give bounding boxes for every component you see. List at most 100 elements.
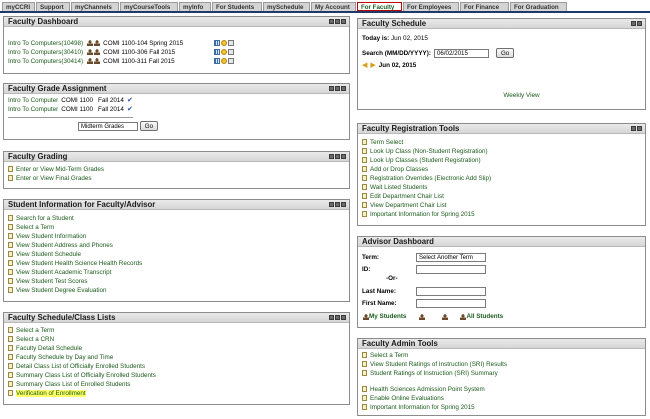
link-item[interactable]: Select a CRN [8,335,345,344]
grade-type-select[interactable]: Midterm Grades [78,121,138,131]
prev-day-icon[interactable]: ◀ [362,61,367,69]
mail-icon[interactable] [228,40,235,47]
link-item[interactable]: Detail Class List of Officially Enrolled… [8,362,345,371]
link-item[interactable]: Faculty Schedule by Day and Time [8,353,345,362]
link-item[interactable]: Add or Drop Classes [362,165,641,174]
link-item[interactable]: Enter or View Final Grades [8,174,345,183]
first-name-input[interactable] [416,298,486,308]
tab-for-employees[interactable]: For Employees [403,2,459,11]
id-input[interactable] [416,265,486,274]
edit-icon[interactable] [329,86,334,91]
tab-myinfo[interactable]: myInfo [179,2,211,11]
tab-for-students[interactable]: For Students [212,2,262,11]
link-item[interactable]: Important Information for Spring 2015 [362,210,641,219]
minimize-icon[interactable] [335,202,340,207]
next-day-icon[interactable]: ▶ [370,61,375,69]
clock-icon[interactable] [221,40,228,47]
link-label: Look Up Classes (Student Registration) [370,157,481,164]
mail-icon[interactable] [228,49,235,56]
link-item[interactable]: View Student Health Science Health Recor… [8,259,345,268]
link-item[interactable]: Important Information for Spring 2015 [362,403,641,412]
link-item[interactable]: Health Sciences Admission Point System [362,385,641,394]
link-item[interactable]: Faculty Detail Schedule [8,344,345,353]
grade-go-button[interactable]: Go [139,121,159,131]
grid-icon[interactable] [214,58,221,65]
student-icon[interactable] [87,58,94,65]
tab-for-graduation[interactable]: For Graduation [510,2,567,11]
term-select[interactable]: Select Another Term [416,253,486,262]
tab-support[interactable]: Support [36,2,70,11]
close-icon[interactable] [341,154,346,159]
link-item[interactable]: View Student Information [8,232,345,241]
tab-for-finance[interactable]: For Finance [460,2,509,11]
link-item[interactable]: Look Up Class (Non-Student Registration) [362,147,641,156]
close-icon[interactable] [341,315,346,320]
minimize-icon[interactable] [335,315,340,320]
course-title-link[interactable]: Intro To Computers(10498) [8,40,83,47]
close-icon[interactable] [637,126,642,131]
close-icon[interactable] [341,202,346,207]
edit-icon[interactable] [329,154,334,159]
edit-icon[interactable] [631,126,636,131]
link-item[interactable]: View Student Schedule [8,250,345,259]
search-date-input[interactable]: 06/02/2015 [433,48,489,58]
last-name-input[interactable] [416,286,486,296]
weekly-view-link[interactable]: Weekly View [503,92,539,99]
grade-course-link[interactable]: Intro To Computer [8,97,58,104]
edit-icon[interactable] [329,315,334,320]
my-students-link[interactable]: My Students [369,313,406,320]
schedule-go-button[interactable]: Go [495,48,515,58]
student-icon[interactable] [87,49,94,56]
all-students-link[interactable]: All Students [466,313,503,320]
link-item[interactable]: View Department Chair List [362,201,641,210]
link-item[interactable]: Enable Online Evaluations [362,394,641,403]
grade-course-link[interactable]: Intro To Computer [8,106,58,113]
link-item[interactable]: Wait Listed Students [362,183,641,192]
link-item[interactable]: Verification of Enrollment [8,389,345,398]
link-item[interactable]: View Student Test Scores [8,277,345,286]
link-item[interactable]: Select a Term [362,351,641,360]
link-item[interactable]: View Student Academic Transcript [8,268,345,277]
minimize-icon[interactable] [335,154,340,159]
link-item[interactable]: Select a Term [8,326,345,335]
edit-icon[interactable] [329,202,334,207]
tab-my-account[interactable]: My Account [311,2,356,11]
link-item[interactable]: Look Up Classes (Student Registration) [362,156,641,165]
link-item[interactable]: Student Ratings of Instruction (SRI) Sum… [362,369,641,378]
link-item[interactable]: Enter or View Mid-Term Grades [8,165,345,174]
course-title-link[interactable]: Intro To Computers(30414) [8,58,83,65]
edit-icon[interactable] [329,19,334,24]
close-icon[interactable] [341,19,346,24]
link-item[interactable]: View Student Address and Phones [8,241,345,250]
minimize-icon[interactable] [335,86,340,91]
tab-for-faculty[interactable]: For Faculty [357,2,402,11]
roster-icon[interactable] [94,49,101,56]
link-label: Faculty Detail Schedule [16,345,83,352]
clock-icon[interactable] [221,58,228,65]
close-icon[interactable] [637,21,642,26]
grid-icon[interactable] [214,49,221,56]
clock-icon[interactable] [221,49,228,56]
close-icon[interactable] [341,86,346,91]
minimize-icon[interactable] [335,19,340,24]
link-item[interactable]: Registration Overrides (Electronic Add S… [362,174,641,183]
course-title-link[interactable]: Intro To Computers(30410) [8,49,83,56]
mail-icon[interactable] [228,58,235,65]
link-item[interactable]: Edit Department Chair List [362,192,641,201]
tab-mychannels[interactable]: myChannels [71,2,119,11]
student-icon[interactable] [87,40,94,47]
link-item[interactable]: Select a Term [8,223,345,232]
tab-myschedule[interactable]: mySchedule [263,2,310,11]
tab-mycoursetools[interactable]: myCourseTools [120,2,178,11]
link-item[interactable]: Summary Class List of Officially Enrolle… [8,371,345,380]
edit-icon[interactable] [631,21,636,26]
grid-icon[interactable] [214,40,221,47]
roster-icon[interactable] [94,40,101,47]
link-item[interactable]: Summary Class List of Enrolled Students [8,380,345,389]
link-item[interactable]: View Student Degree Evaluation [8,286,345,295]
link-item[interactable]: Term Select [362,138,641,147]
roster-icon[interactable] [94,58,101,65]
link-item[interactable]: Search for a Student [8,214,345,223]
tab-myccri[interactable]: myCCRI [2,2,35,11]
link-item[interactable]: View Student Ratings of Instruction (SRI… [362,360,641,369]
